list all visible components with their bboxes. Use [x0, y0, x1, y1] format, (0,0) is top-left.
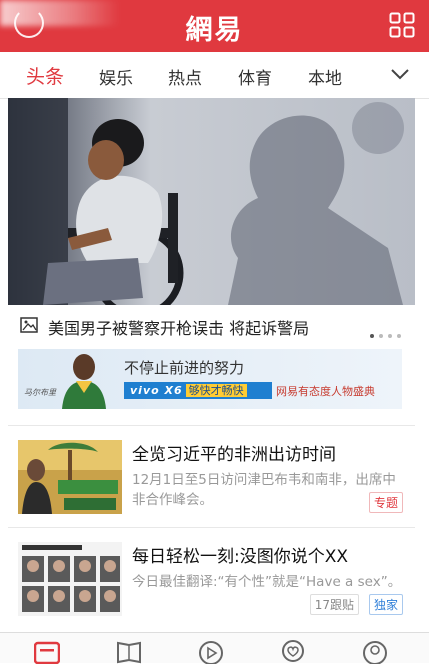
carousel-dot	[370, 334, 374, 338]
grid-menu-icon[interactable]	[389, 12, 415, 38]
tab-sports[interactable]: 体育	[238, 64, 272, 89]
news-thumbnail	[18, 542, 122, 616]
ad-slogan: 不停止前进的努力	[124, 359, 245, 377]
tab-entertainment[interactable]: 娱乐	[99, 64, 133, 89]
tab-local[interactable]: 本地	[308, 64, 342, 89]
ad-brand-bar: vivo X6 够快才畅快	[124, 382, 272, 399]
news-digest: 今日最佳翻译:“有个性”就是“Have a sex”。	[132, 574, 402, 590]
carousel-dot	[388, 334, 392, 338]
reply-count[interactable]: 17跟贴	[309, 594, 359, 615]
reading-tab-icon[interactable]	[116, 640, 142, 664]
news-thumbnail	[18, 440, 122, 514]
carousel-indicator	[365, 323, 401, 342]
ad-banner[interactable]: 马尔布里 不停止前进的努力 vivo X6 够快才畅快 网易有态度人物盛典	[18, 349, 402, 409]
ad-signature: 马尔布里	[24, 388, 56, 397]
carousel-dot	[397, 334, 401, 338]
ad-tagline: 够快才畅快	[185, 384, 247, 397]
hero-image[interactable]	[8, 98, 415, 305]
hero-photo	[8, 98, 415, 305]
tab-hot[interactable]: 热点	[168, 64, 202, 89]
hero-title[interactable]: 美国男子被警察开枪误击 将起诉警局	[48, 315, 309, 339]
bottom-nav	[0, 632, 429, 664]
hero-caption[interactable]: 美国男子被警察开枪误击 将起诉警局	[8, 305, 415, 347]
news-title[interactable]: 每日轻松一刻:没图你说个XX	[132, 542, 348, 567]
app-header: 網易	[0, 0, 429, 52]
tab-headline[interactable]: 头条	[26, 62, 64, 89]
news-item[interactable]: 每日轻松一刻:没图你说个XX 今日最佳翻译:“有个性”就是“Have a sex…	[8, 527, 415, 624]
carousel-dot	[379, 334, 383, 338]
news-title[interactable]: 全览习近平的非洲出访时间	[132, 440, 336, 465]
news-badge: 专题	[368, 492, 403, 513]
chevron-down-icon[interactable]	[391, 67, 409, 81]
video-tab-icon[interactable]	[198, 640, 224, 664]
me-tab-icon[interactable]	[362, 640, 388, 664]
ad-player-image	[62, 354, 106, 409]
ad-event: 网易有态度人物盛典	[276, 385, 375, 398]
topic-tab-icon[interactable]	[280, 640, 306, 664]
channel-tabs: 头条 娱乐 热点 体育 本地	[0, 52, 429, 99]
picture-icon	[20, 317, 38, 333]
ad-brand: vivo X6	[130, 384, 183, 397]
news-badge: 独家	[368, 594, 403, 615]
app-logo: 網易	[185, 15, 244, 46]
news-digest: 12月1日至5日访问津巴布韦和南非，出席中非合作峰会。	[132, 472, 396, 508]
news-item[interactable]: 全览习近平的非洲出访时间 12月1日至5日访问津巴布韦和南非，出席中非合作峰会。…	[8, 425, 415, 522]
news-tab-icon[interactable]	[34, 640, 60, 664]
